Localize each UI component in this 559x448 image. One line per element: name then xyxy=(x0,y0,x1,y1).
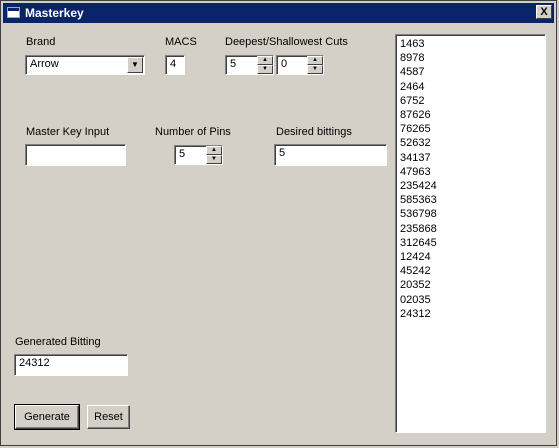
brand-label: Brand xyxy=(26,36,56,48)
list-item[interactable]: 6752 xyxy=(400,94,541,108)
spin-down-icon[interactable]: ▼ xyxy=(307,65,323,74)
list-item[interactable]: 02035 xyxy=(400,293,541,307)
list-item[interactable]: 4587 xyxy=(400,65,541,79)
master-key-input[interactable] xyxy=(25,144,126,166)
list-item[interactable]: 1463 xyxy=(400,37,541,51)
generated-output[interactable]: 24312 xyxy=(14,354,128,376)
shallowest-cut-value: 0 xyxy=(281,58,288,70)
macs-input[interactable]: 4 xyxy=(165,55,185,75)
bittings-label: Desired bittings xyxy=(276,126,352,138)
list-item[interactable]: 235424 xyxy=(400,179,541,193)
deepest-cut-value: 5 xyxy=(230,58,237,70)
list-item[interactable]: 536798 xyxy=(400,207,541,221)
pins-label: Number of Pins xyxy=(155,126,231,138)
window-icon xyxy=(7,7,20,18)
spin-up-icon[interactable]: ▲ xyxy=(257,56,273,65)
brand-select[interactable]: Arrow ▼ xyxy=(25,55,145,75)
list-item[interactable]: 8978 xyxy=(400,51,541,65)
generated-label: Generated Bitting xyxy=(15,336,101,348)
list-item[interactable]: 76265 xyxy=(400,122,541,136)
list-item[interactable]: 12424 xyxy=(400,250,541,264)
bittings-input[interactable]: 5 xyxy=(274,144,387,166)
cuts-label: Deepest/Shallowest Cuts xyxy=(225,36,348,48)
generate-button[interactable]: Generate xyxy=(14,404,80,430)
spin-down-icon[interactable]: ▼ xyxy=(257,65,273,74)
reset-button[interactable]: Reset xyxy=(87,405,130,429)
pins-spinner[interactable]: ▲ ▼ xyxy=(206,146,222,164)
close-button[interactable]: X xyxy=(536,5,552,19)
pins-value: 5 xyxy=(179,148,186,160)
list-item[interactable]: 52632 xyxy=(400,136,541,150)
list-item[interactable]: 87626 xyxy=(400,108,541,122)
list-item[interactable]: 24312 xyxy=(400,307,541,321)
macs-label: MACS xyxy=(165,36,197,48)
list-item[interactable]: 585363 xyxy=(400,193,541,207)
list-item[interactable]: 34137 xyxy=(400,151,541,165)
spin-up-icon[interactable]: ▲ xyxy=(307,56,323,65)
list-item[interactable]: 235868 xyxy=(400,222,541,236)
shallowest-cut-spinner[interactable]: ▲ ▼ xyxy=(307,56,323,74)
spin-down-icon[interactable]: ▼ xyxy=(206,155,222,164)
deepest-cut-spinner[interactable]: ▲ ▼ xyxy=(257,56,273,74)
list-item[interactable]: 312645 xyxy=(400,236,541,250)
chevron-down-icon[interactable]: ▼ xyxy=(127,57,143,73)
brand-select-value: Arrow xyxy=(30,58,59,70)
list-item[interactable]: 47963 xyxy=(400,165,541,179)
spin-up-icon[interactable]: ▲ xyxy=(206,146,222,155)
list-item[interactable]: 20352 xyxy=(400,278,541,292)
title-bar[interactable]: Masterkey X xyxy=(3,3,554,23)
masterkey-window: Masterkey X Brand Arrow ▼ MACS 4 Deepest… xyxy=(0,0,557,446)
list-item[interactable]: 2464 xyxy=(400,80,541,94)
results-listbox[interactable]: 1463 8978 4587 2464 6752 87626 76265 52632 34137… xyxy=(395,34,546,433)
master-key-label: Master Key Input xyxy=(26,126,110,138)
list-item[interactable]: 45242 xyxy=(400,264,541,278)
window-title: Masterkey xyxy=(25,6,84,20)
